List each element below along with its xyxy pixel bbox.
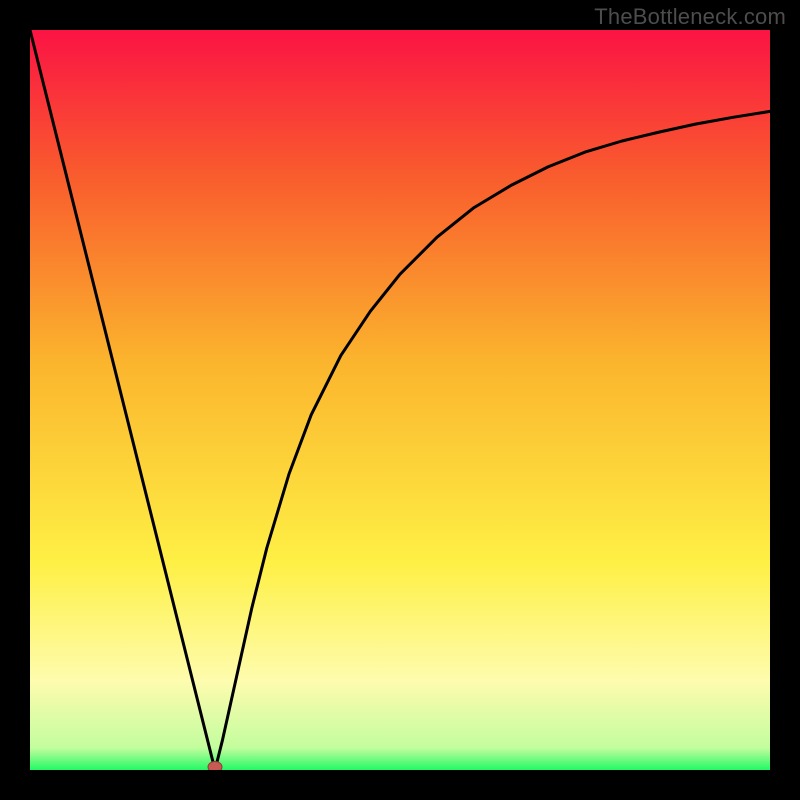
- gradient-background: [30, 30, 770, 770]
- chart-frame: TheBottleneck.com: [0, 0, 800, 800]
- chart-svg: [30, 30, 770, 770]
- plot-area: [30, 30, 770, 770]
- watermark-text: TheBottleneck.com: [594, 4, 786, 30]
- optimum-marker: [208, 762, 222, 771]
